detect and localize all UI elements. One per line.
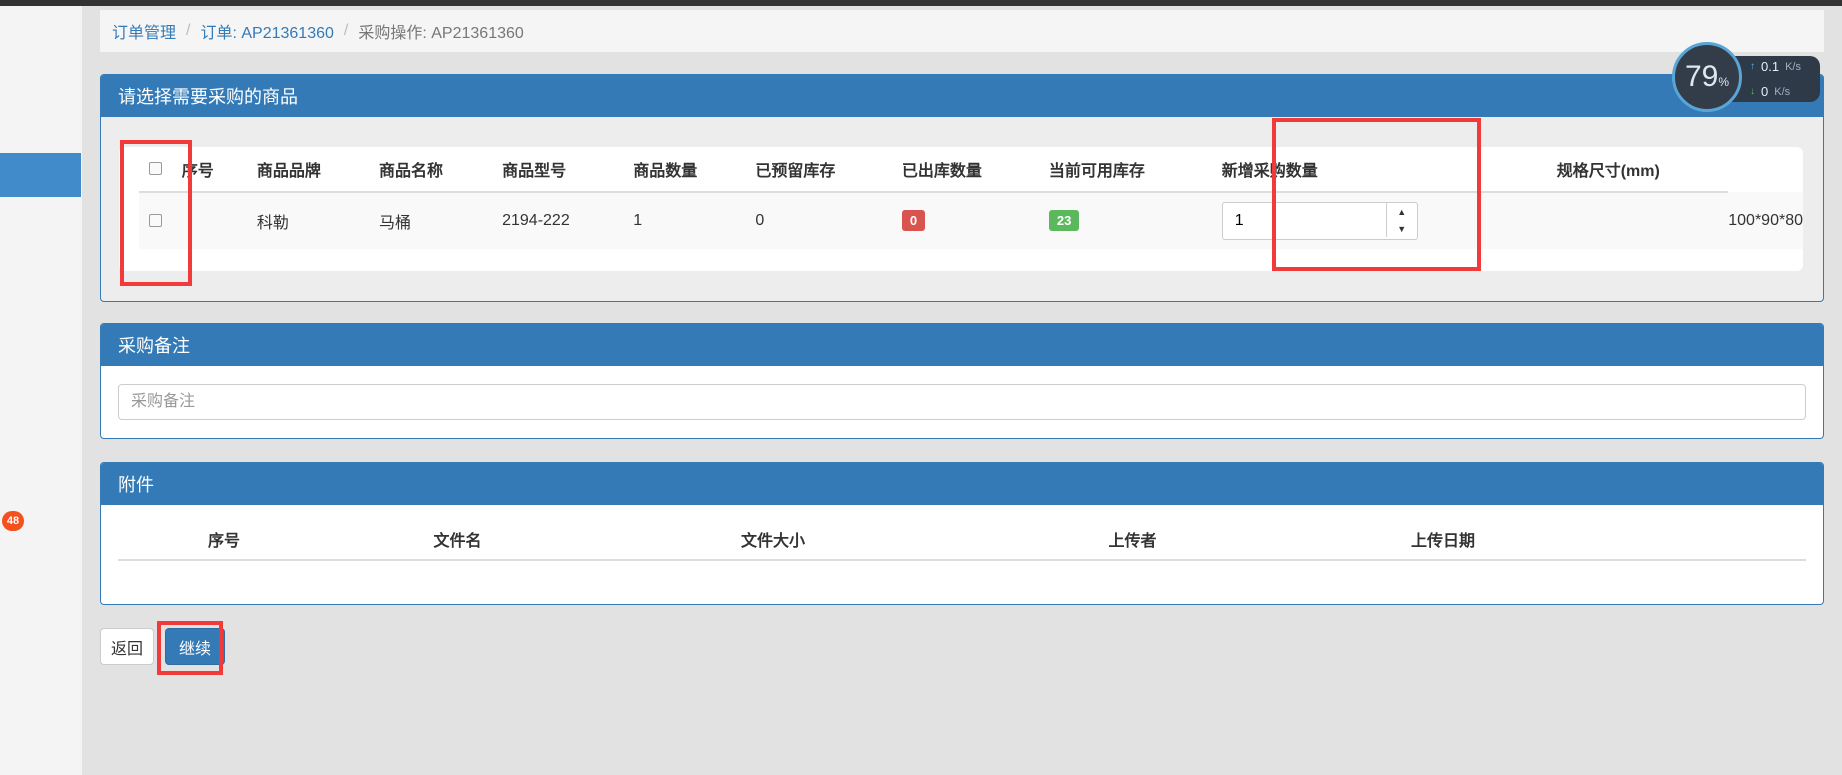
row-index — [181, 192, 257, 249]
purchase-note-input[interactable] — [118, 384, 1806, 420]
col-reserved: 已预留库存 — [755, 147, 902, 193]
note-panel: 采购备注 — [100, 323, 1824, 439]
breadcrumb-separator: / — [186, 22, 191, 39]
att-col-uploader: 上传者 — [961, 519, 1304, 561]
stepper-up-icon[interactable]: ▲ — [1387, 203, 1417, 220]
continue-button[interactable]: 继续 — [165, 628, 225, 665]
quantity-stepper: ▲ ▼ — [1221, 202, 1418, 240]
col-new-purchase: 新增采购数量 — [1221, 147, 1557, 193]
row-model: 2194-222 — [502, 192, 634, 249]
back-button[interactable]: 返回 — [100, 628, 154, 665]
row-size: 100*90*80 — [1728, 192, 1803, 249]
download-arrow-icon: ↓ — [1750, 86, 1755, 97]
att-col-spacer — [1582, 519, 1806, 561]
monitor-upload-row: ↑ 0.1 K/s — [1750, 59, 1801, 74]
breadcrumb-order[interactable]: 订单: AP21361360 — [200, 19, 333, 43]
row-select-cell — [139, 192, 182, 249]
stepper-buttons: ▲ ▼ — [1385, 203, 1417, 237]
row-checkbox[interactable] — [149, 214, 162, 228]
sidebar: 48 — [0, 6, 82, 775]
monitor-download-row: ↓ 0 K/s — [1750, 84, 1790, 99]
attachments-table: 序号 文件名 文件大小 上传者 上传日期 — [118, 519, 1806, 561]
goods-table: 序号 商品品牌 商品名称 商品型号 商品数量 已预留库存 已出库数量 当前可用库… — [139, 147, 1803, 249]
select-all-checkbox[interactable] — [149, 162, 162, 176]
att-col-upload-date: 上传日期 — [1304, 519, 1582, 561]
row-new-purchase-cell: ▲ ▼ — [1221, 192, 1557, 249]
attachments-header-row: 序号 文件名 文件大小 上传者 上传日期 — [118, 519, 1806, 561]
top-bar — [0, 0, 1842, 6]
monitor-percent: 79 — [1684, 60, 1719, 93]
col-quantity: 商品数量 — [633, 147, 756, 193]
row-quantity: 1 — [633, 192, 756, 249]
attachments-panel-title: 附件 — [101, 463, 1823, 505]
monitor-upload-unit: K/s — [1785, 60, 1801, 73]
row-reserved: 0 — [755, 192, 902, 249]
col-shipped: 已出库数量 — [901, 147, 1049, 193]
new-purchase-qty-input[interactable] — [1222, 203, 1387, 239]
shipped-badge: 0 — [901, 210, 926, 231]
monitor-percent-circle: 79% — [1672, 42, 1742, 112]
network-monitor-widget[interactable]: 79% ↑ 0.1 K/s ↓ 0 K/s — [1672, 42, 1820, 114]
goods-table-wrapper: 序号 商品品牌 商品名称 商品型号 商品数量 已预留库存 已出库数量 当前可用库… — [119, 147, 1803, 271]
available-badge: 23 — [1048, 210, 1080, 231]
row-shipped-cell: 0 — [901, 192, 1049, 249]
att-col-index: 序号 — [118, 519, 330, 561]
upload-arrow-icon: ↑ — [1750, 61, 1755, 72]
breadcrumb-separator: / — [343, 22, 349, 39]
att-col-filesize: 文件大小 — [585, 519, 961, 561]
notification-badge[interactable]: 48 — [2, 511, 24, 531]
sidebar-active-item[interactable] — [0, 153, 81, 197]
note-panel-title: 采购备注 — [101, 324, 1823, 366]
goods-header-row: 序号 商品品牌 商品名称 商品型号 商品数量 已预留库存 已出库数量 当前可用库… — [139, 147, 1803, 193]
row-spacer — [1556, 192, 1729, 249]
col-model: 商品型号 — [502, 147, 634, 193]
goods-panel: 请选择需要采购的商品 序号 商品品牌 商品名称 商品型号 商品数量 已预留库存 … — [100, 74, 1824, 302]
row-available-cell: 23 — [1048, 192, 1222, 249]
row-name: 马桶 — [379, 192, 503, 249]
col-name: 商品名称 — [379, 147, 503, 193]
monitor-upload-speed: 0.1 — [1761, 59, 1780, 74]
monitor-download-speed: 0 — [1761, 84, 1769, 99]
col-brand: 商品品牌 — [256, 147, 380, 193]
col-index: 序号 — [181, 147, 257, 193]
breadcrumb-current: 采购操作: AP21361360 — [358, 25, 524, 42]
select-all-cell — [139, 147, 182, 193]
col-available: 当前可用库存 — [1048, 147, 1222, 193]
attachments-panel: 附件 序号 文件名 文件大小 上传者 上传日期 — [100, 462, 1824, 605]
breadcrumb-order-management[interactable]: 订单管理 — [112, 19, 176, 43]
stepper-down-icon[interactable]: ▼ — [1387, 220, 1417, 237]
breadcrumb: 订单管理 / 订单: AP21361360 / 采购操作: AP21361360 — [100, 10, 1824, 52]
monitor-download-unit: K/s — [1774, 85, 1791, 98]
monitor-percent-unit: % — [1718, 75, 1730, 89]
table-row: 科勒 马桶 2194-222 1 0 0 23 ▲ ▼ — [139, 192, 1803, 249]
col-size: 规格尺寸(mm) — [1556, 147, 1729, 193]
goods-panel-title: 请选择需要采购的商品 — [101, 75, 1823, 117]
row-brand: 科勒 — [256, 192, 380, 249]
att-col-filename: 文件名 — [330, 519, 585, 561]
